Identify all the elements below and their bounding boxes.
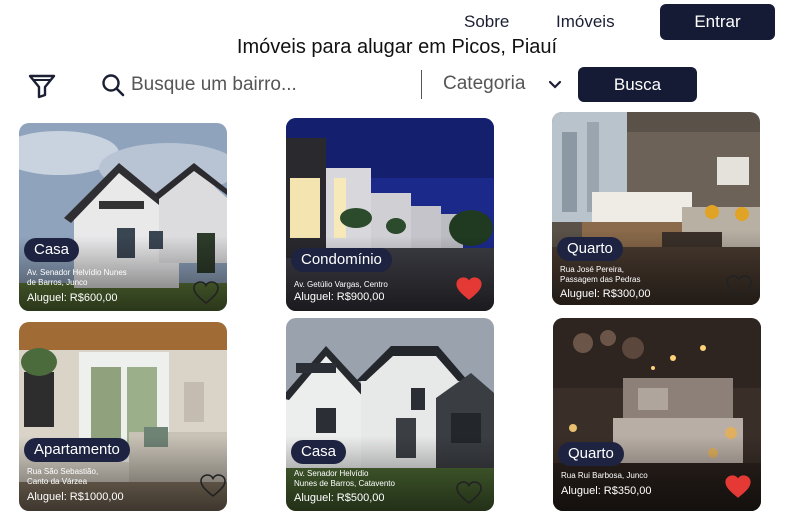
address-line: Av. Senador Helvídio Nunes [27,268,127,277]
listing-price: Aluguel: R$350,00 [561,485,652,497]
login-button[interactable]: Entrar [660,4,775,40]
listing-card[interactable]: Quarto Rua José Pereira, Passagem das Pe… [552,112,760,305]
search-input[interactable] [131,70,401,100]
listing-address: Rua Rui Barbosa, Junco [561,471,711,481]
search-icon [102,74,125,97]
address-line: Canto da Várzea [27,477,88,486]
category-badge: Apartamento [24,438,130,462]
listing-price: Aluguel: R$500,00 [294,492,385,504]
search-button[interactable]: Busca [578,67,697,102]
heart-icon[interactable] [726,275,752,299]
address-line: Rua José Pereira, [560,265,625,274]
address-line: Rua São Sebastião, [27,467,99,476]
listing-card[interactable]: Apartamento Rua São Sebastião, Canto da … [19,322,227,511]
chevron-down-icon[interactable] [548,80,562,90]
listing-price: Aluguel: R$1000,00 [27,491,124,503]
address-line: Av. Getúlio Vargas, Centro [294,280,388,289]
address-line: Av. Senador Helvídio [294,469,369,478]
category-badge: Casa [24,238,80,262]
heart-icon[interactable] [200,474,226,498]
listing-card[interactable]: Quarto Rua Rui Barbosa, Junco Aluguel: R… [553,318,761,511]
heart-icon[interactable] [456,481,482,505]
listing-address: Av. Senador Helvídio Nunes de Barros, Ju… [27,268,157,288]
category-badge: Condomínio [291,248,392,272]
address-line: Nunes de Barros, Catavento [294,479,395,488]
listing-address: Rua São Sebastião, Canto da Várzea [27,467,157,487]
nav-link-sobre[interactable]: Sobre [464,12,509,32]
page-title: Imóveis para alugar em Picos, Piauí [236,36,558,58]
listing-price: Aluguel: R$900,00 [294,291,385,303]
listing-address: Rua José Pereira, Passagem das Pedras [560,265,690,285]
category-badge: Quarto [558,442,624,466]
listing-price: Aluguel: R$300,00 [560,288,651,300]
address-line: Rua Rui Barbosa, Junco [561,471,648,480]
category-badge: Quarto [557,237,623,261]
listing-card[interactable]: Condomínio Av. Getúlio Vargas, Centro Al… [286,118,494,311]
heart-icon[interactable] [193,281,219,305]
search-divider [421,70,422,99]
listing-card[interactable]: Casa Av. Senador Helvídio Nunes de Barro… [286,318,494,511]
nav-link-imoveis[interactable]: Imóveis [556,12,615,32]
heart-icon[interactable] [725,475,751,499]
category-badge: Casa [291,440,347,464]
listing-card[interactable]: Casa Av. Senador Helvídio Nunes de Barro… [19,123,227,311]
heart-icon[interactable] [456,277,482,301]
category-select[interactable]: Categoria [443,73,525,95]
listing-address: Av. Getúlio Vargas, Centro [294,280,424,290]
listing-address: Av. Senador Helvídio Nunes de Barros, Ca… [294,469,424,489]
address-line: Passagem das Pedras [560,275,641,284]
filter-icon[interactable] [28,72,56,100]
address-line: de Barros, Junco [27,278,88,287]
listing-price: Aluguel: R$600,00 [27,292,118,304]
